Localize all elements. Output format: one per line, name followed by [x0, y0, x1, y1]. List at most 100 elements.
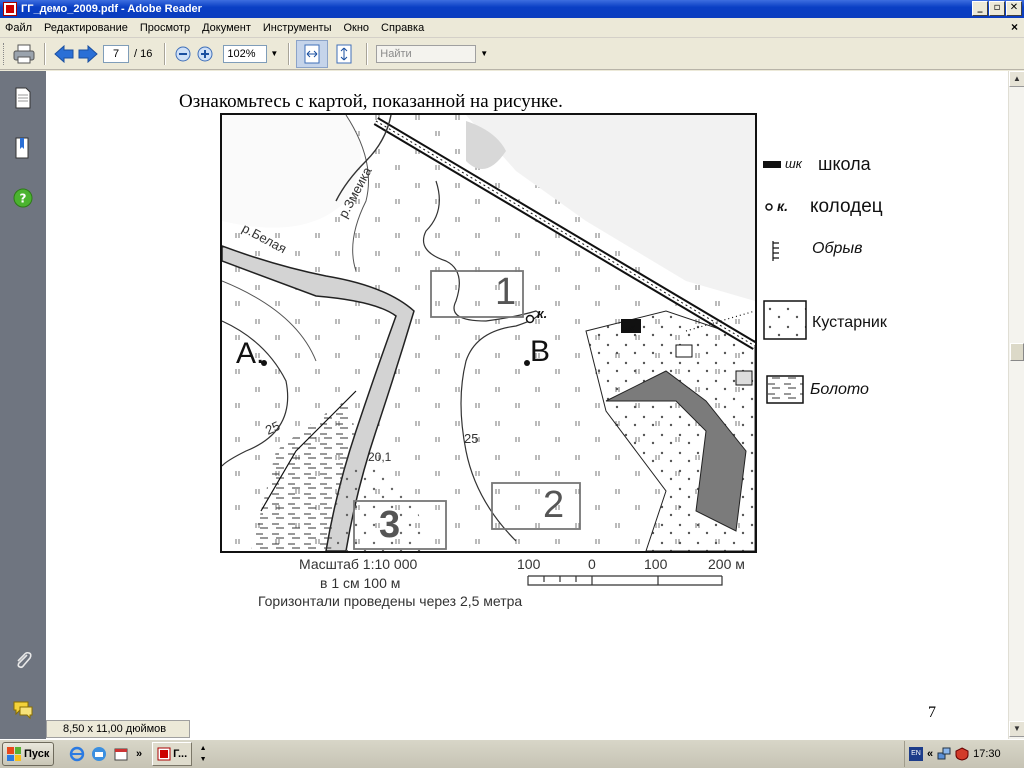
- legend-school-symbol: шк: [785, 156, 803, 171]
- adobe-reader-icon: [3, 2, 17, 16]
- zoom-out-button[interactable]: [172, 42, 194, 66]
- scroll-down-icon[interactable]: ▼: [1009, 721, 1024, 737]
- zoom-in-icon: [197, 46, 213, 61]
- security-alert-icon[interactable]: [955, 747, 969, 761]
- start-label: Пуск: [24, 748, 50, 760]
- zoom-in-button[interactable]: [194, 42, 216, 66]
- fit-width-button[interactable]: [296, 39, 329, 68]
- system-tray: EN « 17:30: [904, 741, 1024, 767]
- tray-expand-icon[interactable]: «: [927, 748, 933, 760]
- scale-tick-100-left: 100: [517, 556, 541, 572]
- toolbar-grip[interactable]: [3, 42, 6, 65]
- zone-2-label: 2: [543, 484, 564, 526]
- quick-launch-more-icon[interactable]: »: [136, 748, 142, 760]
- outlook-express-icon[interactable]: [90, 745, 108, 763]
- maximize-button[interactable]: ▫: [989, 1, 1005, 16]
- windows-taskbar: Пуск » Г... ▲ ▼ EN « 17:30: [0, 739, 1024, 768]
- comments-icon[interactable]: [12, 699, 34, 721]
- legend-cliff-label: Обрыв: [812, 240, 862, 257]
- fit-width-icon: [304, 44, 320, 63]
- page-number-input[interactable]: 7: [103, 44, 129, 63]
- pages-icon[interactable]: [12, 87, 34, 109]
- menu-tools[interactable]: Инструменты: [257, 19, 338, 37]
- menu-bar: Файл Редактирование Просмотр Документ Ин…: [0, 18, 1024, 38]
- print-button[interactable]: [10, 42, 38, 66]
- pdf-file-icon: [157, 747, 171, 761]
- zone-1-label: 1: [495, 271, 516, 313]
- scale-tick-100: 100: [644, 556, 668, 572]
- next-page-button[interactable]: [76, 42, 100, 66]
- topographic-map: 1 2 3 A. B к. шк р.Белая р.Змеика 25 25 …: [220, 113, 888, 609]
- arrow-left-icon: [54, 44, 74, 63]
- scale-tick-200: 200 м: [708, 556, 745, 572]
- point-b-label: B: [530, 335, 550, 368]
- toolbar-separator: [164, 42, 167, 65]
- zoom-dropdown-icon[interactable]: ▼: [270, 49, 278, 58]
- windows-flag-icon: [7, 747, 21, 761]
- navigation-sidebar: ?: [0, 71, 46, 739]
- legend-shrub-swatch: [763, 300, 807, 340]
- scroll-up-icon[interactable]: ▲: [1009, 71, 1024, 87]
- page-number: 7: [928, 704, 936, 721]
- menu-view[interactable]: Просмотр: [134, 19, 196, 37]
- point-a-label: A.: [236, 337, 264, 370]
- well-label: к.: [537, 306, 547, 321]
- internet-explorer-icon[interactable]: [68, 745, 86, 763]
- scale-tick-0: 0: [588, 556, 596, 572]
- page-count: / 16: [134, 47, 153, 60]
- start-button[interactable]: Пуск: [2, 742, 54, 766]
- vertical-scrollbar[interactable]: ▲ ▼: [1008, 71, 1024, 739]
- legend-school-label: школа: [818, 154, 872, 174]
- calendar-icon[interactable]: [112, 745, 130, 763]
- document-close-button[interactable]: ×: [1011, 20, 1018, 34]
- menu-document[interactable]: Документ: [196, 19, 257, 37]
- attachment-icon[interactable]: [12, 649, 34, 671]
- taskbar-scroll-buttons[interactable]: ▲ ▼: [196, 743, 210, 765]
- minimize-button[interactable]: _: [972, 1, 988, 16]
- menu-file[interactable]: Файл: [0, 19, 38, 37]
- legend-well-symbol: к.: [777, 198, 788, 214]
- bookmarks-icon[interactable]: [12, 137, 34, 159]
- toolbar-separator: [288, 42, 291, 65]
- toolbar-separator: [44, 42, 46, 65]
- well-marker: [525, 314, 535, 324]
- network-icon[interactable]: [937, 747, 951, 761]
- find-input[interactable]: Найти: [376, 44, 477, 63]
- language-indicator[interactable]: EN: [909, 747, 923, 761]
- svg-text:?: ?: [20, 192, 27, 206]
- zoom-out-icon: [175, 46, 191, 61]
- printer-icon: [13, 44, 35, 63]
- school-label: шк: [622, 323, 636, 334]
- fit-page-icon: [336, 44, 352, 63]
- menu-window[interactable]: Окно: [337, 19, 375, 37]
- elevation-label: 20,1: [368, 450, 392, 464]
- document-view[interactable]: Ознакомьтесь с картой, показанной на рис…: [46, 71, 1008, 739]
- close-button[interactable]: ✕: [1006, 1, 1022, 16]
- window-title: ГГ_демо_2009.pdf - Adobe Reader: [21, 3, 202, 15]
- clock: 17:30: [973, 748, 1001, 760]
- scale-contour-interval: Горизонтали проведены через 2,5 метра: [258, 593, 522, 609]
- taskbar-adobe-reader-button[interactable]: Г...: [152, 742, 193, 766]
- legend-well-label: колодец: [810, 196, 883, 217]
- arrow-right-icon: [78, 44, 98, 63]
- taskbar-task-label: Г...: [173, 748, 188, 760]
- title-bar: ГГ_демо_2009.pdf - Adobe Reader _ ▫ ✕: [0, 0, 1024, 18]
- toolbar-separator: [366, 42, 369, 65]
- fit-page-button[interactable]: [328, 42, 360, 66]
- zoom-input[interactable]: 102%: [223, 44, 268, 63]
- help-icon[interactable]: ?: [12, 187, 34, 209]
- menu-edit[interactable]: Редактирование: [38, 19, 134, 37]
- scale-ratio: Масштаб 1:10 000: [299, 556, 417, 572]
- legend-swamp-swatch: [766, 375, 804, 404]
- toolbar: 7 / 16 102% ▼ Найти ▼: [0, 38, 1024, 70]
- menu-help[interactable]: Справка: [375, 19, 430, 37]
- contour-label-25-right: 25: [464, 431, 478, 446]
- scale-per-cm: в 1 см 100 м: [320, 575, 400, 591]
- zone-3-label: 3: [379, 504, 400, 546]
- map-legend: шк школа к. колодец Обрыв Кустарник Боло…: [763, 154, 888, 404]
- legend-shrub-label: Кустарник: [812, 314, 888, 331]
- find-dropdown-icon[interactable]: ▼: [480, 49, 488, 58]
- previous-page-button[interactable]: [52, 42, 76, 66]
- scroll-thumb[interactable]: [1010, 343, 1024, 361]
- page-size-status: 8,50 x 11,00 дюймов: [46, 720, 190, 738]
